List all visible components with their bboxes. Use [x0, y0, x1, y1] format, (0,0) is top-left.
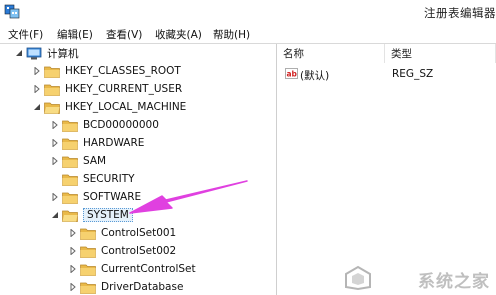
tree-node-security[interactable]: SECURITY — [50, 170, 135, 188]
tree-label-currentcontrolset: CurrentControlSet — [101, 263, 196, 275]
watermark-logo-icon — [345, 265, 371, 291]
tree-node-hkcu[interactable]: HKEY_CURRENT_USER — [32, 80, 182, 98]
column-header-type[interactable]: 类型 — [385, 44, 496, 63]
expand-icon[interactable] — [68, 246, 77, 256]
tree-label-sam: SAM — [83, 155, 107, 167]
menu-favorites[interactable]: 收藏夹(A) — [155, 27, 202, 42]
tree-label-hkcr: HKEY_CLASSES_ROOT — [65, 65, 181, 77]
expand-icon[interactable] — [68, 228, 77, 238]
computer-icon — [26, 47, 42, 59]
tree-label-driverdatabase: DriverDatabase — [101, 281, 184, 293]
expand-icon[interactable] — [68, 282, 77, 292]
expand-icon[interactable] — [50, 156, 59, 166]
tree-node-system[interactable]: SYSTEM — [50, 206, 133, 224]
tree-label-controlset002: ControlSet002 — [101, 245, 177, 257]
folder-icon — [62, 138, 78, 150]
collapse-icon[interactable] — [50, 210, 59, 220]
expand-icon[interactable] — [50, 192, 59, 202]
column-header-name[interactable]: 名称 — [277, 44, 385, 63]
folder-open-icon — [44, 102, 60, 114]
tree-node-bcd[interactable]: BCD00000000 — [50, 116, 159, 134]
tree-node-driverdatabase[interactable]: DriverDatabase — [68, 278, 183, 295]
value-type: REG_SZ — [392, 68, 434, 80]
folder-icon — [62, 156, 78, 168]
tree-label-hardware: HARDWARE — [83, 137, 145, 149]
tree-node-currentcontrolset[interactable]: CurrentControlSet — [68, 260, 196, 278]
window-title: 注册表编辑器 — [424, 6, 496, 20]
menu-help[interactable]: 帮助(H) — [213, 27, 250, 42]
tree-label-computer: 计算机 — [47, 47, 79, 60]
folder-icon — [80, 228, 96, 240]
regedit-app-icon — [4, 4, 20, 19]
expand-icon[interactable] — [50, 138, 59, 148]
folder-icon — [80, 264, 96, 276]
tree-node-hardware[interactable]: HARDWARE — [50, 134, 144, 152]
menu-file[interactable]: 文件(F) — [8, 27, 43, 42]
expand-icon[interactable] — [50, 120, 59, 130]
folder-icon — [44, 66, 60, 78]
folder-icon — [62, 192, 78, 204]
tree-label-hklm: HKEY_LOCAL_MACHINE — [65, 101, 187, 113]
folder-open-icon — [62, 210, 78, 222]
tree-label-software: SOFTWARE — [83, 191, 142, 203]
menu-bar: 文件(F) 编辑(E) 查看(V) 收藏夹(A) 帮助(H) — [0, 23, 496, 44]
string-value-icon: ab — [285, 68, 298, 79]
tree-node-hklm[interactable]: HKEY_LOCAL_MACHINE — [32, 98, 186, 116]
folder-icon — [80, 246, 96, 258]
watermark: 系统之家 — [340, 265, 490, 292]
value-name: (默认) — [300, 70, 330, 82]
values-list[interactable]: 名称 类型 ab (默认) REG_SZ 系统之家 — [277, 44, 496, 295]
folder-icon — [80, 282, 96, 294]
expand-icon[interactable] — [68, 264, 77, 274]
tree-node-controlset002[interactable]: ControlSet002 — [68, 242, 176, 260]
list-item[interactable]: ab (默认) REG_SZ — [277, 66, 496, 84]
title-bar: 注册表编辑器 — [0, 0, 496, 24]
collapse-icon[interactable] — [14, 48, 23, 58]
tree-label-security: SECURITY — [83, 173, 135, 185]
registry-tree[interactable]: 计算机 HKEY_CLASSES_ROOT HKEY_CURRENT_USER … — [0, 44, 277, 295]
tree-node-sam[interactable]: SAM — [50, 152, 106, 170]
folder-icon — [44, 84, 60, 96]
svg-text:ab: ab — [287, 70, 298, 79]
tree-node-hkcr[interactable]: HKEY_CLASSES_ROOT — [32, 62, 181, 80]
tree-node-controlset001[interactable]: ControlSet001 — [68, 224, 176, 242]
tree-label-controlset001: ControlSet001 — [101, 227, 177, 239]
tree-label-bcd: BCD00000000 — [83, 119, 159, 131]
tree-label-hkcu: HKEY_CURRENT_USER — [65, 83, 183, 95]
menu-view[interactable]: 查看(V) — [106, 27, 142, 42]
tree-label-system: SYSTEM — [83, 208, 133, 222]
tree-node-software[interactable]: SOFTWARE — [50, 188, 141, 206]
expand-icon[interactable] — [32, 84, 41, 94]
collapse-icon[interactable] — [32, 102, 41, 112]
watermark-text: 系统之家 — [418, 272, 490, 292]
menu-edit[interactable]: 编辑(E) — [57, 27, 93, 42]
tree-node-computer[interactable]: 计算机 — [14, 44, 79, 62]
expand-icon[interactable] — [32, 66, 41, 76]
folder-icon — [62, 120, 78, 132]
folder-icon — [62, 174, 78, 186]
